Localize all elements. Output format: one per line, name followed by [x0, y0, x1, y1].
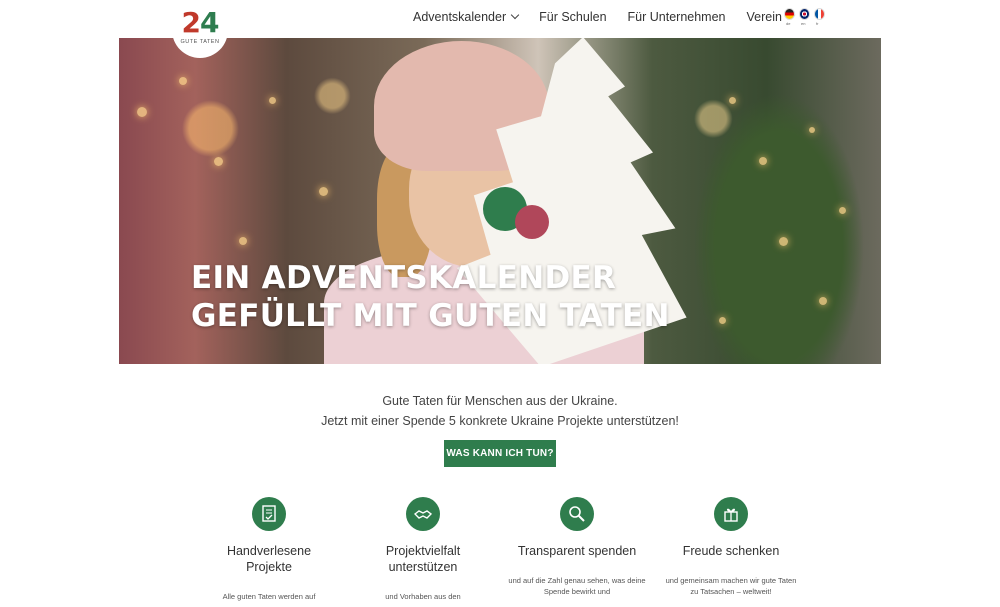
feature-title: Freude schenken: [646, 543, 816, 559]
hero-title-line1: EIN ADVENTSKALENDER: [191, 260, 617, 296]
lang-label-fr: fr: [816, 21, 819, 26]
feature-title: Handverlesene Projekte: [184, 543, 354, 575]
site-header: 24 GUTE TATEN Adventskalender Für Schule…: [0, 0, 1000, 58]
feature-projektvielfalt: Projektvielfalt unterstützen und Vorhabe…: [338, 497, 508, 602]
feature-title-line1: Handverlesene: [226, 544, 312, 558]
feature-text: und gemeinsam machen wir gute Taten zu T…: [665, 576, 797, 596]
bokeh-light: [759, 157, 767, 165]
bokeh-light: [729, 97, 736, 104]
nav-item-label: Für Schulen: [539, 10, 607, 24]
flag-de-icon[interactable]: [784, 8, 795, 20]
bokeh-light: [179, 77, 187, 85]
bokeh-light: [137, 107, 147, 117]
main-nav: Adventskalender Für Schulen Für Unterneh…: [413, 10, 815, 24]
hero-title: EIN ADVENTSKALENDER GEFÜLLT MIT GUTEN TA…: [191, 259, 670, 335]
bokeh-light: [214, 157, 223, 166]
hero-title-line2: GEFÜLLT MIT GUTEN TATEN: [191, 298, 670, 334]
intro-line2: Jetzt mit einer Spende 5 konkrete Ukrain…: [321, 414, 679, 428]
bokeh-light: [319, 187, 328, 196]
flag-en-icon[interactable]: [799, 8, 810, 20]
nav-item-label: Adventskalender: [413, 10, 507, 24]
feature-freude-schenken: Freude schenken und gemeinsam machen wir…: [646, 497, 816, 597]
photo-sticker-icon: [515, 205, 549, 239]
feature-text: Alle guten Taten werden auf: [222, 592, 316, 601]
bokeh-light: [269, 97, 276, 104]
feature-title-line1: Freude schenken: [682, 544, 780, 558]
nav-item-label: Verein: [746, 10, 782, 24]
magnifier-icon: [560, 497, 594, 531]
gift-icon: [714, 497, 748, 531]
nav-item-label: Für Unternehmen: [627, 10, 726, 24]
intro-text: Gute Taten für Menschen aus der Ukraine.…: [0, 391, 1000, 431]
logo-subtitle: GUTE TATEN: [180, 39, 220, 45]
nav-item-fuer-schulen[interactable]: Für Schulen: [539, 10, 606, 24]
feature-title-line2: unterstützen: [388, 560, 458, 574]
feature-text: und Vorhaben aus den: [385, 592, 461, 601]
hero-banner: EIN ADVENTSKALENDER GEFÜLLT MIT GUTEN TA…: [119, 37, 881, 364]
nav-item-fuer-unternehmen[interactable]: Für Unternehmen: [628, 10, 726, 24]
feature-title: Projektvielfalt unterstützen: [338, 543, 508, 575]
bokeh-light: [809, 127, 815, 133]
what-can-i-do-button[interactable]: WAS KANN ICH TUN?: [444, 440, 556, 467]
logo-number: 24: [181, 6, 220, 39]
feature-title: Transparent spenden: [492, 543, 662, 559]
feature-transparent-spenden: Transparent spenden und auf die Zahl gen…: [492, 497, 662, 597]
lang-label-de: de: [786, 21, 791, 26]
nav-item-adventskalender[interactable]: Adventskalender: [413, 10, 520, 24]
bokeh-light: [839, 207, 846, 214]
feature-handverlesene-projekte: Handverlesene Projekte Alle guten Taten …: [184, 497, 354, 602]
certificate-icon: [252, 497, 286, 531]
bokeh-light: [819, 297, 827, 305]
bokeh-light: [719, 317, 726, 324]
feature-text: und auf die Zahl genau sehen, was deine …: [508, 576, 646, 596]
logo[interactable]: 24 GUTE TATEN: [172, 2, 228, 58]
language-switcher: [784, 8, 829, 20]
handshake-icon: [406, 497, 440, 531]
christmas-tree-image: [679, 67, 879, 364]
language-labels: de en fr: [786, 21, 831, 26]
chevron-down-icon: [510, 10, 520, 20]
intro-line1: Gute Taten für Menschen aus der Ukraine.: [382, 394, 618, 408]
bokeh-light: [239, 237, 247, 245]
feature-title-line1: Transparent spenden: [517, 544, 637, 558]
bokeh-light: [779, 237, 788, 246]
feature-title-line1: Projektvielfalt: [385, 544, 461, 558]
flag-fr-icon[interactable]: [814, 8, 825, 20]
lang-label-en: en: [801, 21, 806, 26]
feature-title-line2: Projekte: [246, 560, 292, 574]
